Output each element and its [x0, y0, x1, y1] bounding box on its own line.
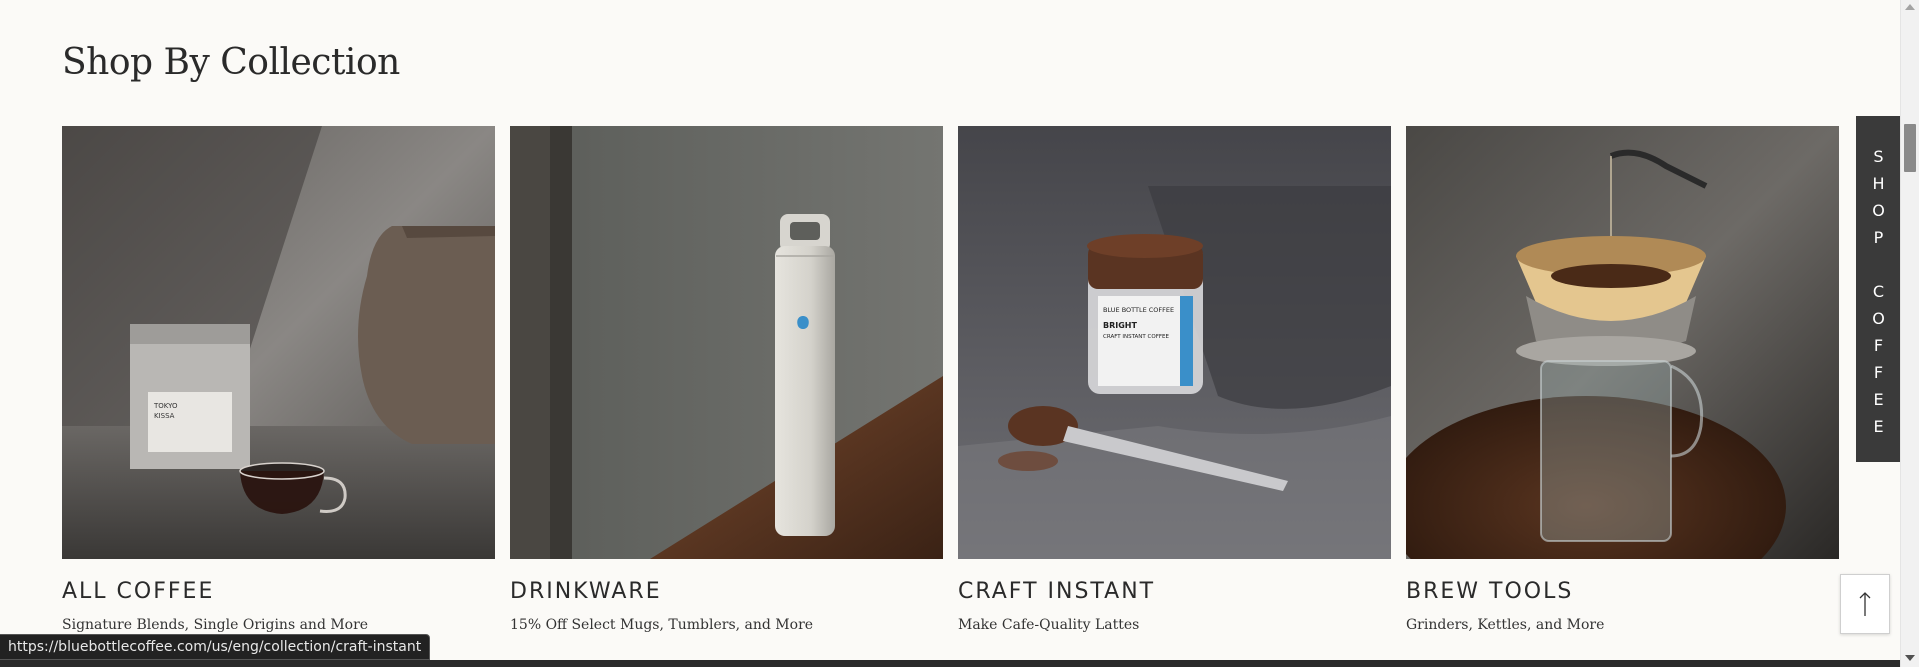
drinkware-image[interactable] [510, 126, 943, 559]
card-title[interactable]: DRINKWARE [510, 581, 943, 603]
shop-coffee-side-tab[interactable]: SHOP COFFEE [1856, 116, 1900, 462]
card-subtitle: Grinders, Kettles, and More [1406, 617, 1605, 633]
status-bar-url: https://bluebottlecoffee.com/us/eng/coll… [0, 634, 431, 660]
side-tab-letter [1856, 251, 1900, 278]
card-title[interactable]: ALL COFFEE [62, 581, 495, 603]
scroll-down-arrow-icon[interactable] [1905, 655, 1915, 661]
brew-tools-image[interactable] [1406, 126, 1839, 559]
side-tab-letter: O [1872, 201, 1885, 220]
jar-name-label: BRIGHT [1103, 321, 1137, 330]
collection-card-craft-instant[interactable]: BLUE BOTTLE COFFEE BRIGHT CRAFT INSTANT … [958, 126, 1391, 633]
collection-grid: TOKYO KISSA ALL COFFEE Signature Blends,… [62, 126, 1839, 633]
card-title[interactable]: CRAFT INSTANT [958, 581, 1391, 603]
side-tab-letter: F [1873, 336, 1884, 355]
card-title[interactable]: BREW TOOLS [1406, 581, 1839, 603]
side-tab-letter: E [1873, 390, 1884, 409]
bag-label-line-2: KISSA [154, 412, 175, 420]
page: Shop By Collection TOKYO KISSA ALL COFFE… [0, 0, 1900, 667]
bottom-strip [0, 660, 1900, 667]
side-tab-letter: C [1872, 282, 1885, 301]
collection-card-all-coffee[interactable]: TOKYO KISSA ALL COFFEE Signature Blends,… [62, 126, 495, 633]
section-title: Shop By Collection [62, 42, 400, 83]
card-subtitle: Signature Blends, Single Origins and Mor… [62, 617, 369, 633]
side-tab-letter: P [1873, 228, 1884, 247]
side-tab-letter: S [1873, 147, 1884, 166]
jar-brand-label: BLUE BOTTLE COFFEE [1103, 306, 1174, 314]
all-coffee-image[interactable]: TOKYO KISSA [62, 126, 495, 559]
scroll-to-top-button[interactable] [1840, 574, 1890, 634]
collection-card-brew-tools[interactable]: BREW TOOLS Grinders, Kettles, and More [1406, 126, 1839, 633]
card-subtitle: 15% Off Select Mugs, Tumblers, and More [510, 617, 814, 633]
card-subtitle: Make Cafe-Quality Lattes [958, 617, 1140, 633]
scrollbar-thumb[interactable] [1904, 124, 1916, 172]
side-tab-letter: F [1873, 363, 1884, 382]
jar-type-label: CRAFT INSTANT COFFEE [1103, 334, 1169, 340]
side-tab-letter: E [1873, 417, 1884, 436]
craft-instant-image[interactable]: BLUE BOTTLE COFFEE BRIGHT CRAFT INSTANT … [958, 126, 1391, 559]
side-tab-letter: O [1872, 309, 1885, 328]
vertical-scrollbar[interactable] [1900, 0, 1919, 667]
scroll-up-arrow-icon[interactable] [1905, 4, 1915, 10]
bag-label-line-1: TOKYO [153, 402, 178, 410]
collection-card-drinkware[interactable]: DRINKWARE 15% Off Select Mugs, Tumblers,… [510, 126, 943, 633]
side-tab-letter: H [1872, 174, 1885, 193]
arrow-up-icon [1859, 592, 1871, 616]
